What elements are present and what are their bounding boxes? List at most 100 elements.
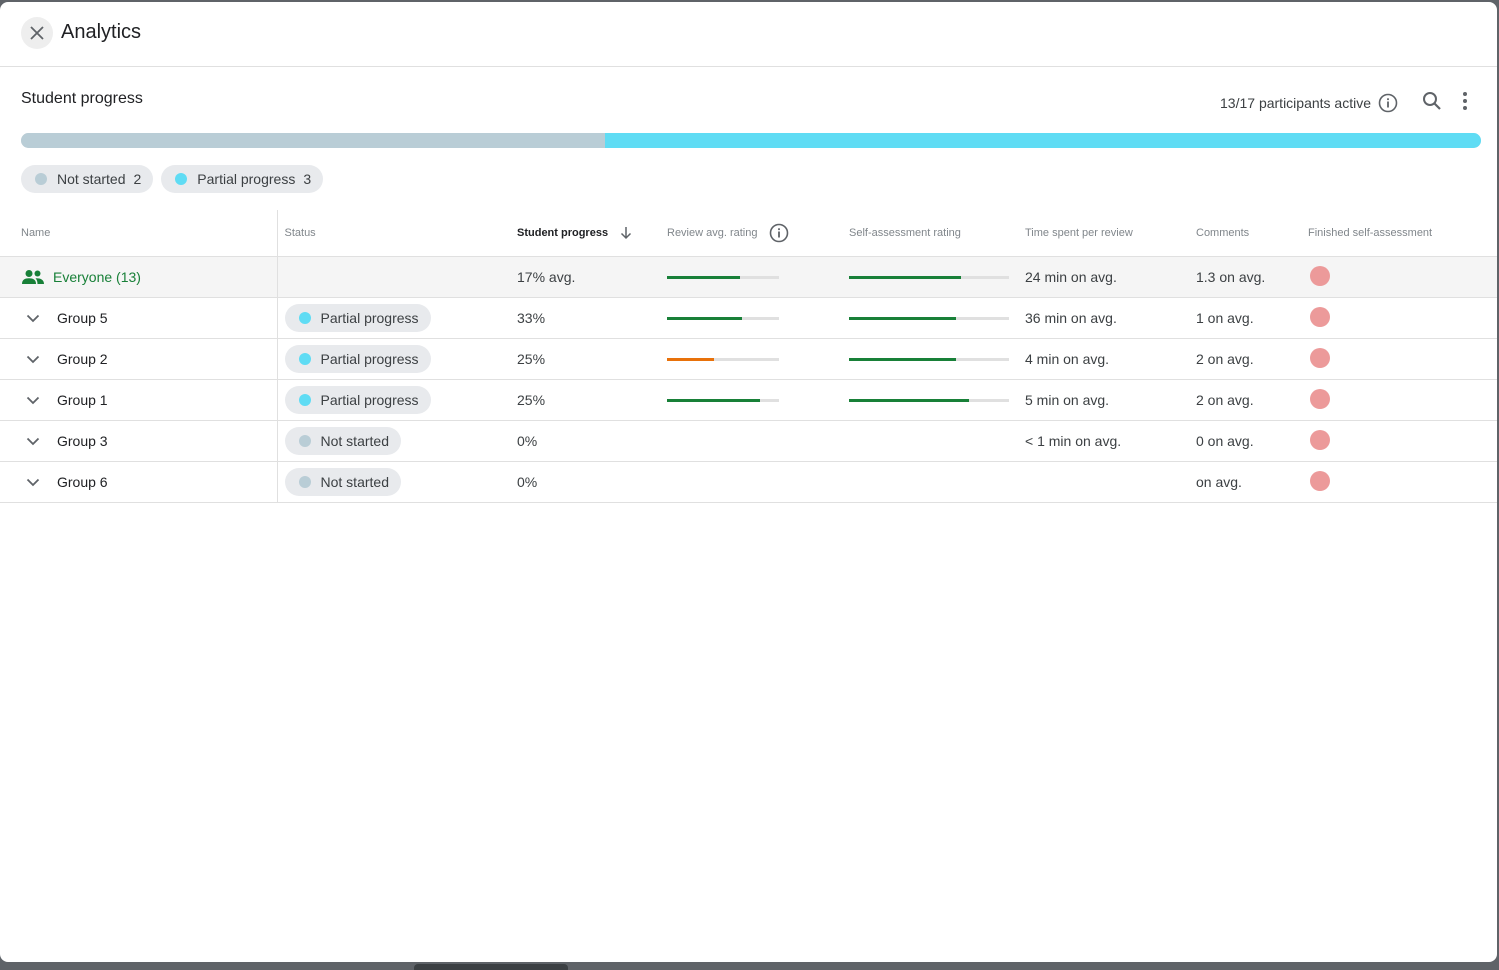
expand-row-button[interactable] (21, 306, 45, 330)
header-time-spent[interactable]: Time spent per review (1025, 210, 1196, 257)
table-row[interactable]: Group 5 Partial progress 33% 36 min on avg.… (0, 297, 1497, 339)
cell-review-rating (667, 297, 849, 339)
review-rating-fill (667, 316, 743, 320)
self-assessment-bar (849, 275, 1009, 279)
table-row[interactable]: Group 1 Partial progress 25% 5 min on avg. 2… (0, 379, 1497, 421)
cell-time (1025, 461, 1196, 503)
self-assessment-bar (849, 357, 1009, 361)
self-assessment-fill (849, 275, 961, 279)
review-rating-bar (667, 398, 779, 402)
header-comments[interactable]: Comments (1196, 210, 1308, 257)
section-title: Student progress (21, 90, 143, 107)
info-icon[interactable] (769, 223, 789, 243)
expand-row-button[interactable] (21, 347, 45, 371)
group-people-icon (22, 270, 44, 284)
chevron-down-icon (26, 478, 40, 486)
cell-progress: 33% (517, 297, 667, 339)
participants-status: 13/17 participants active (1220, 92, 1399, 114)
cell-comments: 2 on avg. (1196, 379, 1308, 421)
chip-partial-progress[interactable]: Partial progress 3 (161, 165, 324, 193)
not-started-dot-icon (35, 173, 47, 185)
expand-row-button[interactable] (21, 429, 45, 453)
cell-time: 36 min on avg. (1025, 297, 1196, 339)
finished-status-dot-icon (1310, 347, 1330, 368)
cell-time: 4 min on avg. (1025, 338, 1196, 380)
cell-progress: 0% (517, 461, 667, 503)
status-label: Not started (320, 474, 389, 490)
cell-comments: 2 on avg. (1196, 338, 1308, 380)
chip-count: 3 (303, 171, 312, 187)
cell-finished (1308, 420, 1497, 462)
review-rating-fill (667, 357, 715, 361)
cell-time: 24 min on avg. (1025, 256, 1196, 298)
cell-time: < 1 min on avg. (1025, 420, 1196, 462)
cell-comments: 1.3 on avg. (1196, 256, 1308, 298)
cell-name: Group 2 (0, 338, 278, 380)
table-row[interactable]: Group 6 Not started 0% on avg. (0, 461, 1497, 503)
review-rating-fill (667, 398, 760, 402)
cell-name: Group 3 (0, 420, 278, 462)
chip-label: Not started (57, 171, 126, 187)
partial-progress-dot-icon (175, 173, 188, 185)
header-status[interactable]: Status (277, 210, 517, 257)
group-name: Group 5 (57, 310, 108, 326)
header-self-assessment[interactable]: Self-assessment rating (849, 210, 1025, 257)
status-label: Partial progress (320, 392, 419, 408)
header-review-rating[interactable]: Review avg. rating (667, 210, 849, 257)
table-row[interactable]: Group 3 Not started 0% < 1 min on avg. 0 on … (0, 420, 1497, 462)
header-finished[interactable]: Finished self-assessment (1308, 210, 1497, 257)
cell-name: Group 1 (0, 379, 278, 421)
analytics-dialog: Analytics Student progress 13/17 partici… (0, 2, 1497, 962)
dialog-title: Analytics (61, 21, 142, 43)
taskbar-tab (414, 964, 568, 970)
header-name[interactable]: Name (0, 210, 278, 257)
table-row-everyone[interactable]: Everyone (13) 17% avg. 24 min on avg. 1.… (0, 256, 1497, 298)
status-label: Not started (320, 433, 389, 449)
finished-status-dot-icon (1310, 388, 1330, 409)
group-name: Group 1 (57, 392, 108, 408)
more-options-button[interactable] (1453, 89, 1477, 113)
self-assessment-fill (849, 398, 969, 402)
status-filter-chips: Not started 2 Partial progress 3 (21, 165, 324, 193)
search-button[interactable] (1420, 89, 1444, 113)
cell-name: Everyone (13) (0, 256, 278, 298)
chevron-down-icon (26, 437, 40, 445)
header-student-progress[interactable]: Student progress (517, 210, 667, 257)
status-label: Partial progress (320, 310, 419, 326)
cell-review-rating (667, 256, 849, 298)
chip-label: Partial progress (197, 171, 296, 187)
status-dot-icon (298, 312, 311, 324)
close-button[interactable] (21, 17, 53, 49)
finished-status-dot-icon (1310, 470, 1330, 491)
status-badge: Not started (284, 468, 401, 496)
cell-status: Partial progress (277, 297, 517, 339)
self-assessment-bar (849, 316, 1009, 320)
table-row[interactable]: Group 2 Partial progress 25% 4 min on avg. 2… (0, 338, 1497, 380)
dialog-titlebar: Analytics (0, 2, 1497, 67)
status-dot-icon (298, 476, 311, 488)
cell-finished (1308, 297, 1497, 339)
chip-count: 2 (133, 171, 142, 187)
cell-self-assessment (849, 420, 1025, 462)
progress-segment-not-started (21, 133, 605, 148)
group-name: Group 2 (57, 351, 108, 367)
expand-row-button[interactable] (21, 470, 45, 494)
status-dot-icon (298, 435, 311, 447)
cell-finished (1308, 379, 1497, 421)
status-dot-icon (298, 353, 311, 365)
status-label: Partial progress (320, 351, 419, 367)
cell-review-rating (667, 379, 849, 421)
cell-review-rating (667, 420, 849, 462)
search-icon (1423, 92, 1441, 110)
overall-progress-bar (21, 133, 1481, 148)
chip-not-started[interactable]: Not started 2 (21, 165, 154, 193)
participants-info-button[interactable] (1377, 92, 1399, 114)
status-badge: Partial progress (284, 345, 431, 373)
header-label: Review avg. rating (667, 226, 758, 239)
cell-progress: 25% (517, 338, 667, 380)
cell-name: Group 5 (0, 297, 278, 339)
expand-row-button[interactable] (21, 388, 45, 412)
finished-status-dot-icon (1310, 429, 1330, 450)
review-rating-bar (667, 316, 779, 320)
cell-comments: 0 on avg. (1196, 420, 1308, 462)
